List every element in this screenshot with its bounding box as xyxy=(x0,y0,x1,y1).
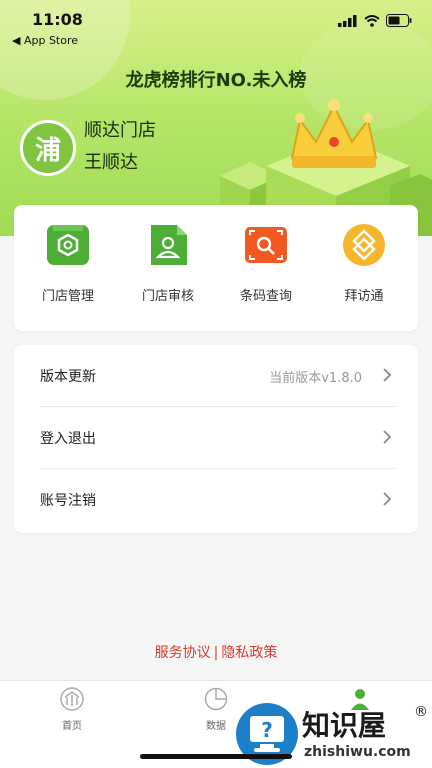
settings-menu-card: 版本更新 当前版本v1.8.0 登入退出 账号注销 xyxy=(14,345,418,533)
battery-icon xyxy=(386,14,412,27)
wifi-icon xyxy=(364,14,380,27)
watermark-name: 知识屋 xyxy=(302,709,387,742)
watermark-url: zhishiwu.com xyxy=(304,744,411,760)
shortcut-label: 条码查询 xyxy=(239,289,292,304)
status-bar: 11:08 xyxy=(0,8,432,32)
shortcuts-card: 门店管理 门店审核 条码查询 拜访通 xyxy=(14,205,418,331)
watermark-registered-mark: ® xyxy=(414,704,428,720)
shortcut-store-management[interactable]: 门店管理 xyxy=(18,223,118,304)
menu-row-label: 登入退出 xyxy=(40,431,96,447)
chevron-right-icon xyxy=(383,430,392,444)
document-user-icon xyxy=(151,225,187,265)
store-name: 顺达门店 xyxy=(84,120,156,141)
privacy-policy-link[interactable]: 隐私政策 xyxy=(221,645,277,661)
home-grid-icon xyxy=(60,687,84,711)
signal-icon xyxy=(338,14,357,27)
home-indicator[interactable] xyxy=(140,754,292,759)
version-value: 当前版本v1.8.0 xyxy=(269,371,362,386)
service-agreement-link[interactable]: 服务协议 xyxy=(155,645,211,661)
chevron-right-icon xyxy=(383,368,392,382)
barcode-search-icon xyxy=(245,227,287,263)
shortcut-label: 门店管理 xyxy=(41,289,94,304)
handshake-icon xyxy=(343,224,385,266)
menu-row-version-update[interactable]: 版本更新 当前版本v1.8.0 xyxy=(14,345,418,407)
back-to-app-store[interactable]: ◀ App Store xyxy=(12,34,78,47)
agreements-links: 服务协议 | 隐私政策 xyxy=(0,642,432,662)
shortcut-label: 拜访通 xyxy=(344,289,384,304)
menu-row-delete-account[interactable]: 账号注销 xyxy=(14,469,418,531)
watermark-badge: ? xyxy=(261,718,273,742)
menu-row-label: 版本更新 xyxy=(40,369,96,385)
avatar: 浦 xyxy=(20,120,76,176)
menu-row-label: 账号注销 xyxy=(40,493,96,509)
shortcut-label: 门店审核 xyxy=(141,289,194,304)
chevron-right-icon xyxy=(383,492,392,506)
shortcut-barcode-search[interactable]: 条码查询 xyxy=(216,223,316,304)
shortcut-store-review[interactable]: 门店审核 xyxy=(118,223,218,304)
user-name: 王顺达 xyxy=(84,152,138,173)
status-time: 11:08 xyxy=(32,10,83,29)
store-box-icon xyxy=(47,225,89,265)
pie-chart-icon xyxy=(204,687,228,711)
link-separator: | xyxy=(213,645,219,661)
status-icons xyxy=(338,14,412,27)
rank-title: 龙虎榜排行NO.未入榜 xyxy=(125,70,307,91)
shortcut-visit[interactable]: 拜访通 xyxy=(314,223,414,304)
tab-label: 首页 xyxy=(62,721,82,732)
tab-home[interactable]: 首页 xyxy=(32,687,112,732)
avatar-char: 浦 xyxy=(34,135,61,166)
menu-row-logout[interactable]: 登入退出 xyxy=(14,407,418,469)
